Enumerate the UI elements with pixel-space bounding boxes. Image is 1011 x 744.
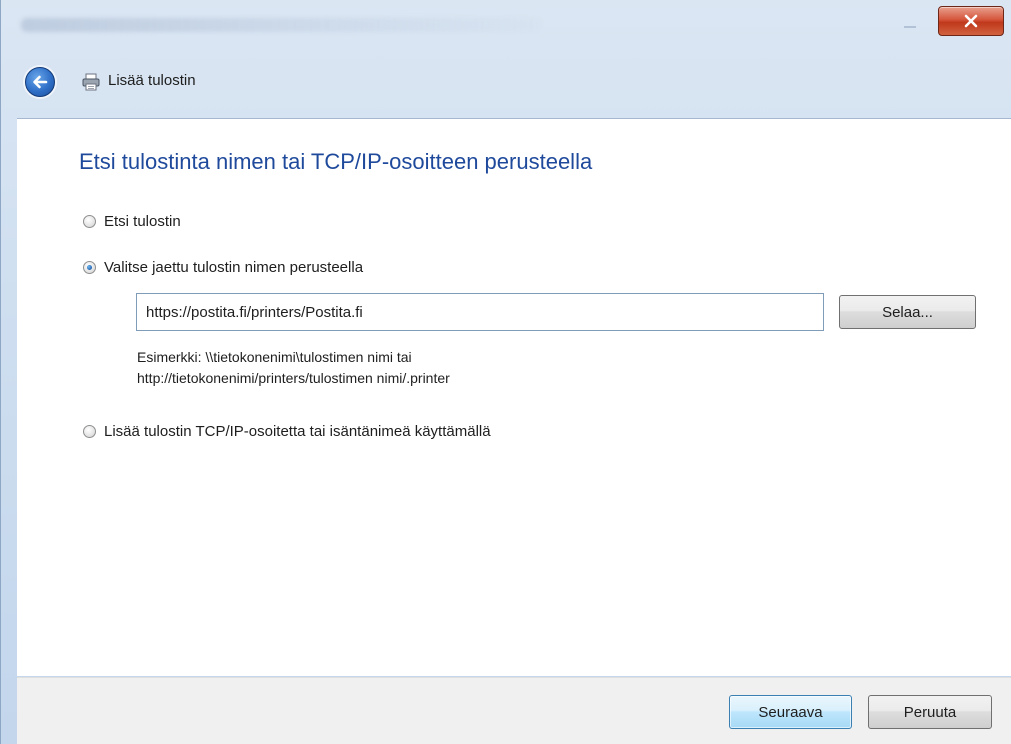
window-title: Lisää tulostin	[108, 72, 196, 89]
wizard-footer: Seuraava Peruuta	[17, 677, 1011, 744]
title-bar	[1, 0, 1011, 45]
option-tcpip-printer[interactable]: Lisää tulostin TCP/IP-osoitetta tai isän…	[83, 423, 491, 440]
shared-printer-name-input[interactable]	[136, 293, 824, 331]
close-button[interactable]	[938, 6, 1004, 36]
example-hint-line1: Esimerkki: \\tietokonenimi\tulostimen ni…	[137, 349, 412, 365]
option-find-printer-label: Etsi tulostin	[104, 213, 181, 230]
radio-find-printer[interactable]	[83, 215, 96, 228]
printer-icon	[81, 72, 101, 92]
back-button[interactable]	[25, 67, 55, 97]
wizard-content: Etsi tulostinta nimen tai TCP/IP-osoitte…	[17, 118, 1011, 676]
add-printer-window: Lisää tulostin Etsi tulostinta nimen tai…	[0, 0, 1011, 744]
option-shared-printer[interactable]: Valitse jaettu tulostin nimen perusteell…	[83, 259, 363, 276]
radio-tcpip-printer[interactable]	[83, 425, 96, 438]
option-shared-printer-label: Valitse jaettu tulostin nimen perusteell…	[104, 259, 364, 276]
page-heading: Etsi tulostinta nimen tai TCP/IP-osoitte…	[79, 149, 593, 174]
cancel-button[interactable]: Peruuta	[868, 695, 992, 729]
radio-shared-printer[interactable]	[83, 261, 96, 274]
back-arrow-icon	[33, 75, 48, 89]
browse-button[interactable]: Selaa...	[839, 295, 976, 329]
minimize-ghost	[904, 20, 916, 28]
option-tcpip-printer-label: Lisää tulostin TCP/IP-osoitetta tai isän…	[104, 423, 491, 440]
next-button[interactable]: Seuraava	[729, 695, 852, 729]
background-breadcrumb	[21, 18, 541, 32]
example-hint-line2: http://tietokonenimi/printers/tulostimen…	[137, 370, 450, 386]
close-icon	[964, 14, 978, 28]
option-find-printer[interactable]: Etsi tulostin	[83, 213, 181, 230]
